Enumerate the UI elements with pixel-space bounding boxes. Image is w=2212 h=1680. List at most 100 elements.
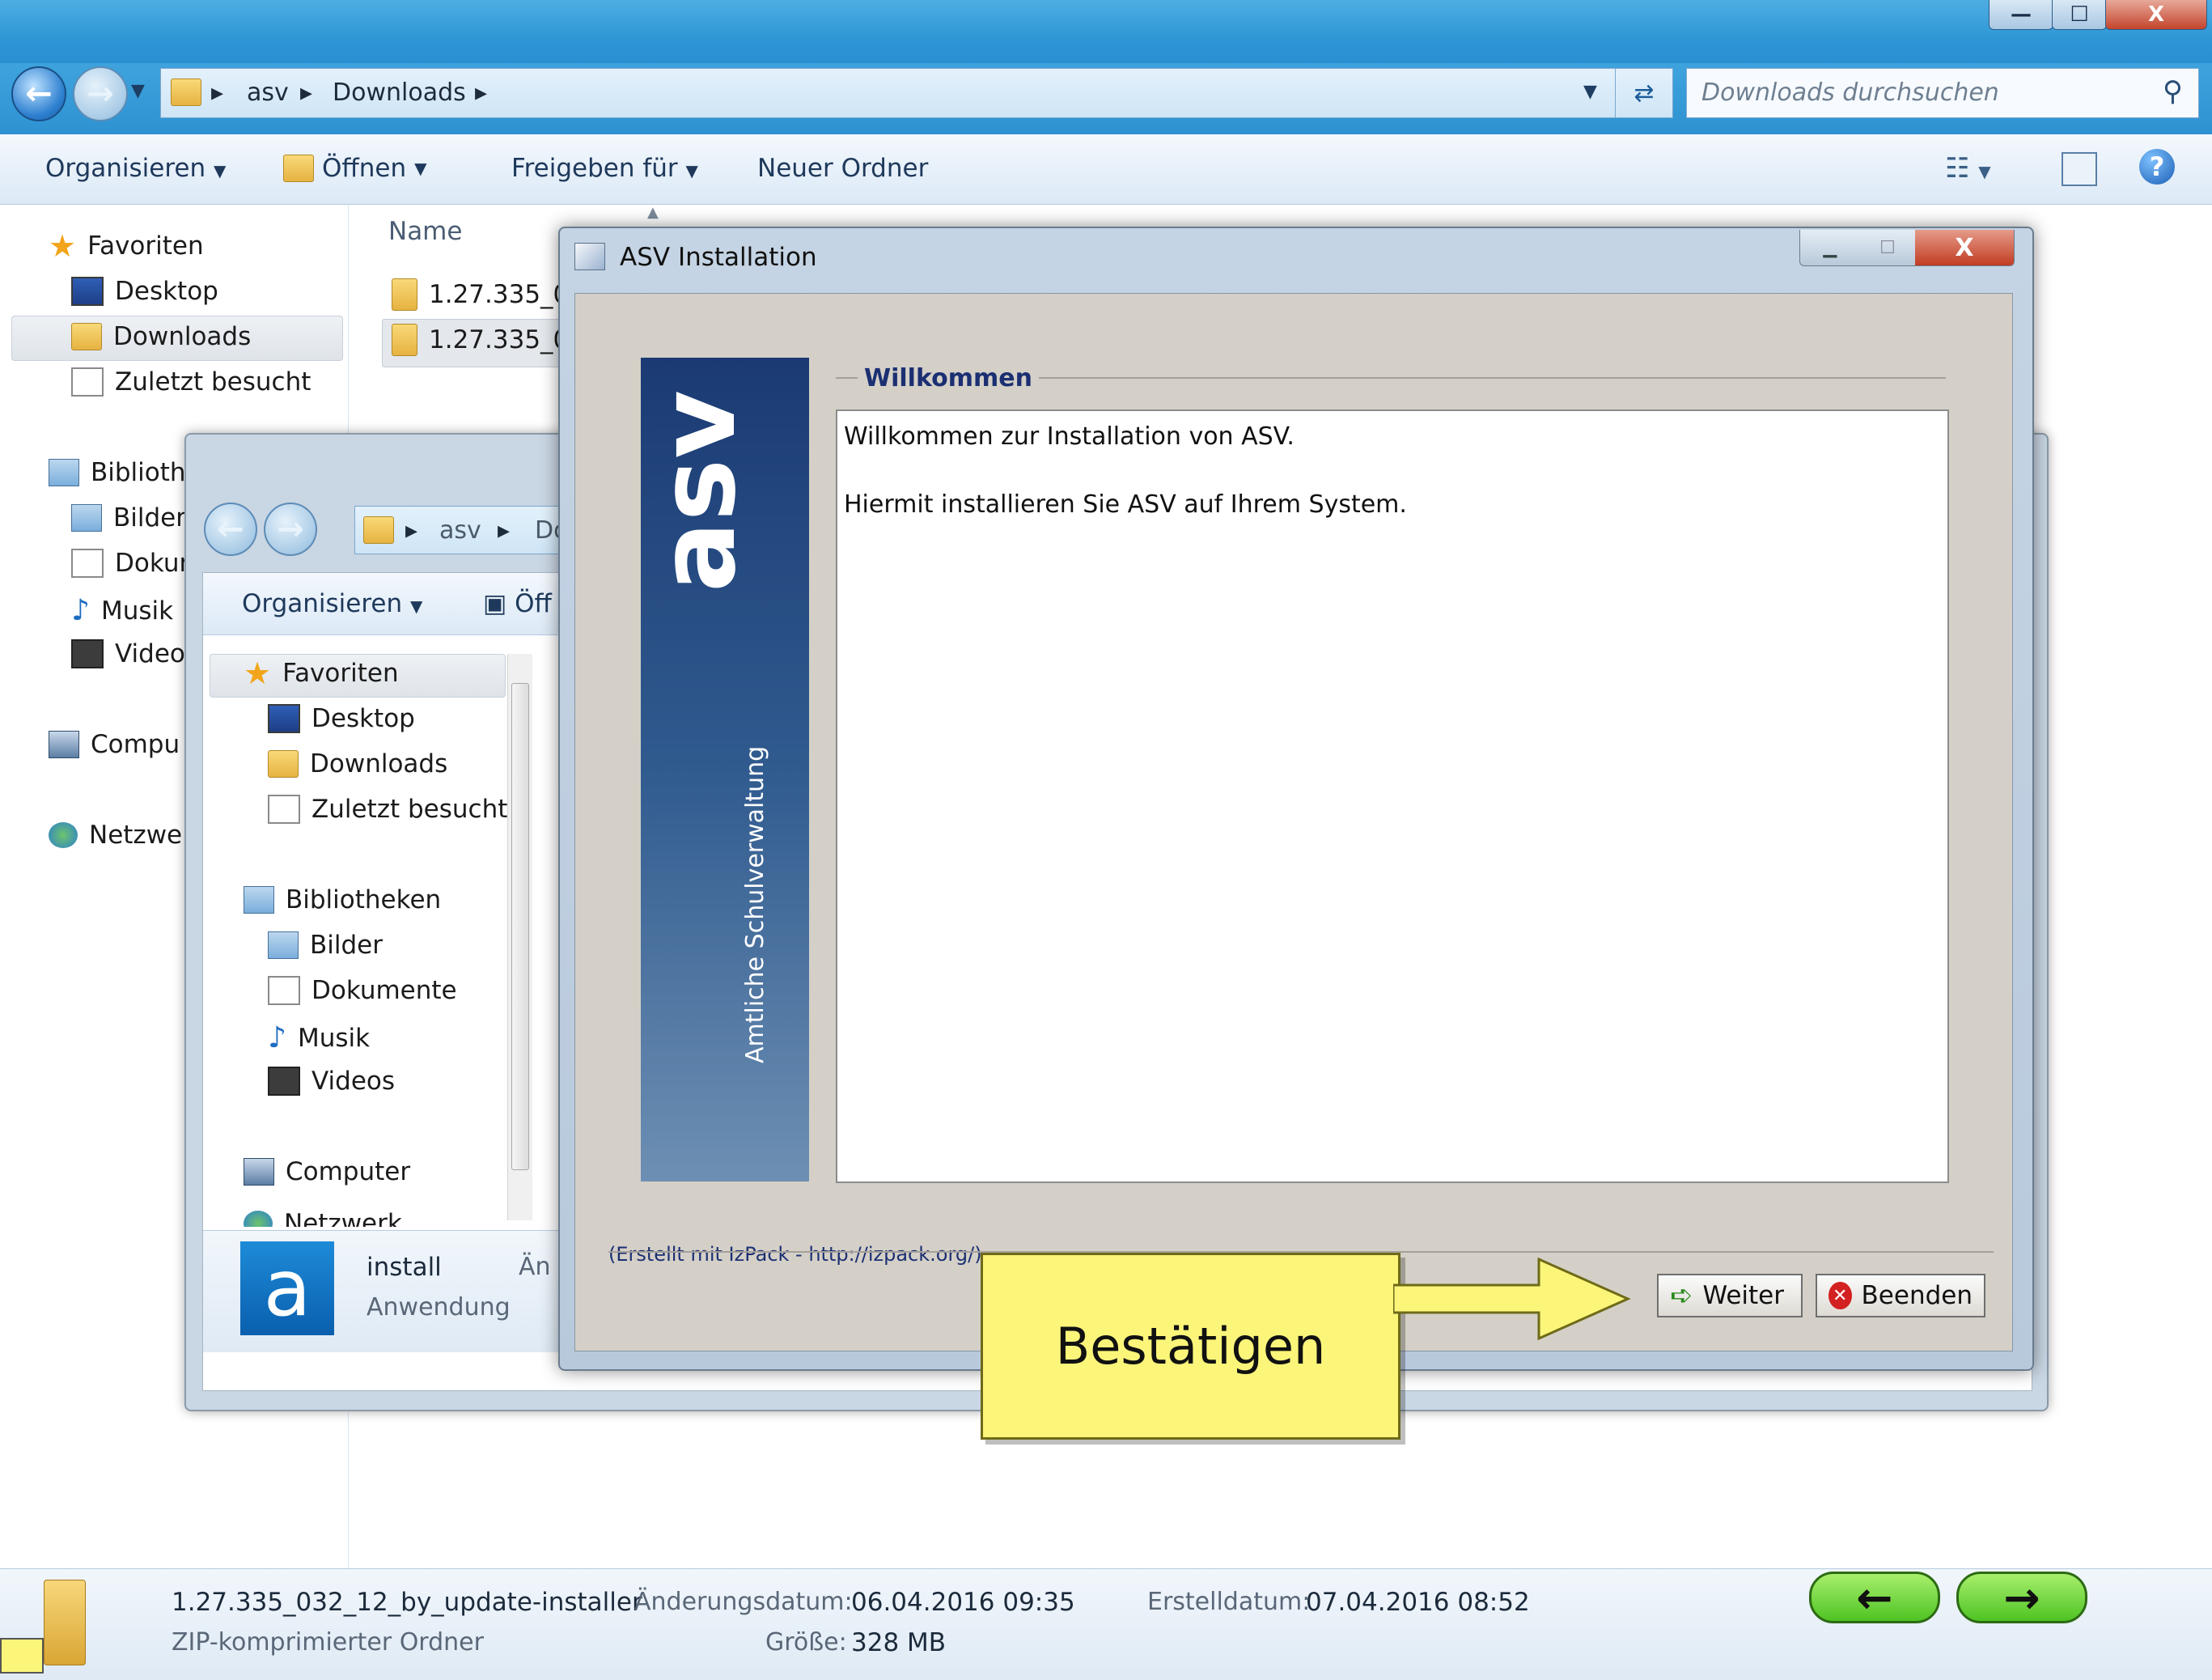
back-button[interactable]: ← <box>11 66 66 121</box>
scrollbar-thumb[interactable] <box>511 683 529 1170</box>
welcome-line-2: Hiermit installieren Sie ASV auf Ihrem S… <box>844 490 1407 519</box>
izpack-credit: (Erstellt mit IzPack - http://izpack.org… <box>608 1243 982 1266</box>
address-bar-row: ← → ▼ ▸ asv ▸ Downloads ▸ ▼ ⇄ Downloads … <box>0 63 2212 134</box>
section-title: Willkommen <box>858 364 1039 392</box>
nav-scrollbar[interactable] <box>507 654 532 1220</box>
close-button[interactable]: X <box>2105 0 2207 30</box>
recent-places-icon <box>268 795 300 824</box>
cancel-icon: ✕ <box>1829 1282 1852 1309</box>
nav-documents[interactable]: Dokumente <box>268 976 457 1005</box>
breadcrumb-asv[interactable]: asv <box>247 78 289 107</box>
quit-button[interactable]: ✕ Beenden <box>1816 1274 1985 1317</box>
asv-logo: asv <box>636 390 759 592</box>
breadcrumb-separator-icon: ▸ <box>211 78 224 107</box>
organize-menu[interactable]: Organisieren ▼ <box>45 154 226 183</box>
zip-folder-large-icon <box>44 1580 86 1665</box>
nav-music[interactable]: ♪ Musik <box>71 594 173 627</box>
nav-libraries[interactable]: Biblioth <box>49 458 186 487</box>
tutorial-back-button[interactable]: ← <box>1809 1572 1940 1623</box>
asv-banner-subtitle: Amtliche Schulverwaltung <box>741 745 769 1063</box>
nav-favorites[interactable]: ★ Favoriten <box>244 655 399 691</box>
nav-pictures[interactable]: Bilder <box>268 931 383 960</box>
back-button[interactable]: ← <box>204 503 257 556</box>
view-options-icon[interactable]: ☷ ▼ <box>1945 152 1991 185</box>
pictures-icon <box>268 931 299 959</box>
nav-desktop[interactable]: Desktop <box>71 277 218 306</box>
dialog-minimize-button[interactable]: ▁ <box>1800 230 1860 265</box>
asv-banner: asv Amtliche Schulverwaltung <box>636 358 809 1182</box>
nav-libraries[interactable]: Bibliotheken <box>244 885 441 914</box>
computer-icon <box>49 731 79 758</box>
nav-recent[interactable]: Zuletzt besucht <box>268 795 507 824</box>
preview-pane-icon[interactable] <box>2062 152 2097 186</box>
sort-indicator-icon: ▲ <box>647 204 659 221</box>
share-menu[interactable]: Freigeben für ▼ <box>511 154 698 183</box>
network-icon <box>49 822 78 848</box>
nav-documents[interactable]: Dokur <box>71 549 189 578</box>
column-header-name[interactable]: Name <box>388 217 462 246</box>
open-menu[interactable]: Öffnen ▼ <box>283 154 427 183</box>
documents-icon <box>71 549 104 578</box>
star-icon: ★ <box>244 655 272 691</box>
help-icon[interactable]: ? <box>2139 149 2175 185</box>
downloads-folder-icon <box>268 750 299 778</box>
maximize-button[interactable]: ☐ <box>2052 0 2107 30</box>
tutorial-forward-button[interactable]: → <box>1956 1572 2087 1623</box>
nav-computer[interactable]: Compu <box>49 730 180 759</box>
refresh-icon[interactable]: ⇄ <box>1615 68 1673 118</box>
breadcrumb-asv[interactable]: asv <box>439 516 481 545</box>
detail-modified-value: 06.04.2016 09:35 <box>851 1588 1075 1617</box>
desktop-icon <box>268 704 300 733</box>
nav-videos[interactable]: Videos <box>268 1067 395 1096</box>
file-row[interactable]: 1.27.335_03 <box>392 278 585 311</box>
nav-favorites[interactable]: ★ Favoriten <box>49 231 204 261</box>
breadcrumb-downloads[interactable]: Downloads <box>333 78 466 107</box>
nav-music[interactable]: ♪ Musik <box>268 1021 370 1054</box>
organize-menu[interactable]: Organisieren ▼ <box>242 589 422 618</box>
nav-network-clipped[interactable]: Netzwerk <box>244 1206 511 1227</box>
app-icon: a <box>240 1241 334 1335</box>
zip-folder-icon <box>392 324 417 356</box>
breadcrumb-separator-icon: ▸ <box>498 516 511 545</box>
folder-icon <box>171 78 201 106</box>
nav-network[interactable]: Netzwe <box>49 821 182 850</box>
new-folder-button[interactable]: Neuer Ordner <box>757 154 928 183</box>
nav-desktop[interactable]: Desktop <box>268 704 415 733</box>
address-dropdown-icon[interactable]: ▼ <box>1583 82 1597 102</box>
title-bar: — ☐ X <box>0 0 2212 63</box>
dialog-maximize-button[interactable]: ☐ <box>1860 230 1915 265</box>
dialog-close-button[interactable]: X <box>1915 230 2014 265</box>
next-button[interactable]: ➪ Weiter <box>1657 1274 1803 1317</box>
libraries-icon <box>244 886 274 914</box>
nav-pictures[interactable]: Bilder <box>71 503 186 532</box>
forward-button[interactable]: → <box>73 66 128 121</box>
forward-button[interactable]: → <box>264 503 317 556</box>
video-icon <box>268 1067 300 1096</box>
arrow-right-icon: ➪ <box>1670 1279 1693 1312</box>
music-note-icon: ♪ <box>268 1021 286 1054</box>
minimize-button[interactable]: — <box>1989 0 2053 30</box>
detail-modified-label: Änderungsdatum: <box>634 1588 853 1616</box>
detail-filename: 1.27.335_032_12_by_update-installer <box>172 1588 642 1617</box>
nav-recent[interactable]: Zuletzt besucht <box>71 367 311 397</box>
nav-computer[interactable]: Computer <box>244 1157 410 1186</box>
callout-arrow-icon <box>1393 1257 1631 1341</box>
nav-videos[interactable]: Video <box>71 639 185 668</box>
address-field[interactable]: ▸ asv ▸ Downloads ▸ ▼ <box>160 68 1617 118</box>
search-input[interactable]: Downloads durchsuchen ⚲ <box>1686 68 2199 118</box>
nav-downloads[interactable]: Downloads <box>268 749 447 778</box>
history-dropdown-icon[interactable]: ▼ <box>131 81 145 101</box>
dialog-caption-buttons: ▁ ☐ X <box>1799 230 2015 266</box>
note-icon[interactable] <box>0 1638 44 1674</box>
file-row[interactable]: 1.27.335_03 <box>392 324 585 356</box>
detail-size-label: Größe: <box>765 1628 847 1657</box>
network-icon <box>244 1211 273 1227</box>
open-menu[interactable]: ▣ Öff <box>483 589 552 618</box>
desktop-icon <box>71 277 104 306</box>
detail-filetype: ZIP-komprimierter Ordner <box>172 1628 484 1657</box>
open-folder-icon <box>283 155 314 182</box>
detail-name: install <box>367 1253 442 1282</box>
breadcrumb-separator-icon: ▸ <box>475 78 488 107</box>
installer-app-icon <box>574 243 605 270</box>
nav-downloads[interactable]: Downloads <box>71 322 251 351</box>
